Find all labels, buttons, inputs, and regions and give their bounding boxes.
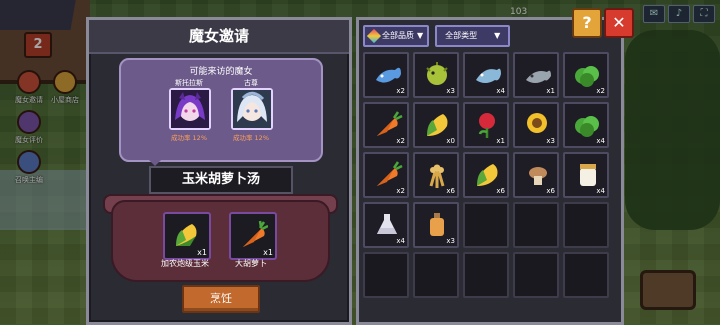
inventory-slot[interactable]: x0 [413, 102, 459, 148]
gem-icon [366, 28, 382, 44]
inventory-slot[interactable]: x6 [463, 152, 509, 198]
inventory-slot-empty [563, 202, 609, 248]
inventory-slot[interactable]: x3 [413, 202, 459, 248]
item-qty: x1 [546, 87, 555, 95]
pufferfish-icon [426, 62, 448, 85]
corn-icon [427, 114, 448, 136]
quality-filter-dropdown[interactable]: 全部品质 ▼ [363, 25, 430, 47]
inventory-slot[interactable]: x6 [513, 152, 559, 198]
fish-silver-icon [476, 68, 501, 83]
witch-success-rate: 成功率 12% [232, 134, 269, 142]
ingredient-qty: x1 [197, 248, 207, 257]
sunflower-icon [527, 113, 547, 133]
inventory-slot-empty [363, 252, 409, 298]
witch-guzun-icon [233, 90, 271, 128]
lettuce-icon [575, 66, 599, 87]
item-qty: x6 [496, 187, 505, 195]
witch-success-rate: 成功率 12% [170, 134, 207, 142]
wheat-icon [429, 164, 445, 188]
item-qty: x3 [546, 137, 555, 145]
inventory-panel: 全部品质 ▼ 全部类型 ▼ x2 x3 x4 x1 x2 x2 x0 x1 x3 x4 x2 x6 x6… [356, 17, 624, 325]
fish-blue-icon [376, 67, 401, 83]
item-qty: x2 [396, 187, 405, 195]
item-qty: x4 [596, 137, 605, 145]
inventory-slot[interactable]: x3 [513, 102, 559, 148]
inventory-grid: x2 x3 x4 x1 x2 x2 x0 x1 x3 x4 x2 x6 x6 x6 x4 x4 x3 [363, 52, 609, 298]
inventory-slot[interactable]: x6 [413, 152, 459, 198]
recipe-name: 玉米胡萝卜汤 [149, 166, 293, 194]
ingredient-slot[interactable]: x1 [229, 212, 277, 260]
inventory-slot-empty [413, 252, 459, 298]
item-qty: x2 [596, 87, 605, 95]
inventory-slot[interactable]: x2 [363, 152, 409, 198]
witch-portrait [169, 88, 211, 130]
corn-icon [477, 164, 498, 186]
witch-heading: 可能来访的魔女 [189, 67, 253, 77]
item-qty: x1 [496, 137, 505, 145]
type-filter-dropdown[interactable]: 全部类型 ▼ [435, 25, 511, 47]
item-qty: x4 [596, 187, 605, 195]
potion-orange-icon [430, 213, 444, 236]
item-qty: x6 [446, 187, 455, 195]
item-qty: x4 [396, 237, 405, 245]
ingredient-label: 加农炮级玉米 [161, 259, 209, 268]
chevron-down-icon: ▼ [494, 31, 501, 40]
inventory-slot-empty [463, 252, 509, 298]
chevron-down-icon: ▼ [417, 31, 424, 40]
fish-grey-icon [526, 70, 551, 83]
item-qty: x4 [496, 87, 505, 95]
witch-name: 斯托拉斯 [175, 79, 203, 87]
potion-white-icon [377, 214, 397, 234]
inventory-slot[interactable]: x2 [563, 52, 609, 98]
witch-name: 古尊 [244, 79, 258, 87]
item-qty: x3 [446, 87, 455, 95]
item-qty: x3 [446, 237, 455, 245]
corn-icon [176, 224, 197, 246]
close-button[interactable]: ✕ [604, 8, 634, 38]
inventory-slot[interactable]: x1 [463, 102, 509, 148]
witch-stolas-icon [171, 90, 209, 128]
carrot-icon [377, 111, 403, 136]
lettuce-icon [575, 116, 599, 137]
possible-witches-box: 可能来访的魔女 斯托拉斯 成功率 12% 古尊 成功率 12% [119, 58, 323, 166]
ingredient-slot[interactable]: x1 [163, 212, 211, 260]
quality-filter-label: 全部品质 [382, 31, 414, 40]
inventory-slot-empty [513, 202, 559, 248]
help-button[interactable]: ? [572, 8, 602, 38]
carrot-icon [243, 220, 268, 247]
rose-icon [478, 113, 495, 138]
witch-card[interactable]: 斯托拉斯 成功率 12% [169, 78, 211, 142]
mushroom-icon [529, 167, 547, 185]
inventory-slot[interactable]: x4 [463, 52, 509, 98]
witch-portrait [231, 88, 273, 130]
panel-title: 魔女邀请 [89, 20, 349, 54]
milk-jar-icon [580, 164, 596, 186]
item-qty: x2 [396, 87, 405, 95]
inventory-slot[interactable]: x4 [363, 202, 409, 248]
inventory-slot[interactable]: x1 [513, 52, 559, 98]
witch-card[interactable]: 古尊 成功率 12% [231, 78, 273, 142]
inventory-slot-empty [563, 252, 609, 298]
type-filter-label: 全部类型 [445, 31, 478, 40]
item-qty: x2 [396, 137, 405, 145]
ingredient-qty: x1 [263, 248, 273, 257]
inventory-slot[interactable]: x3 [413, 52, 459, 98]
ingredient-label: 大胡萝卜 [235, 259, 267, 268]
inventory-slot[interactable]: x2 [363, 102, 409, 148]
inventory-slot-empty [513, 252, 559, 298]
inventory-slot-empty [463, 202, 509, 248]
inventory-slot[interactable]: x2 [363, 52, 409, 98]
carrot-icon [377, 161, 403, 186]
cook-button[interactable]: 烹饪 [182, 285, 260, 313]
inventory-slot[interactable]: x4 [563, 152, 609, 198]
inventory-filters: 全部品质 ▼ 全部类型 ▼ [363, 25, 511, 47]
item-qty: x6 [546, 187, 555, 195]
witch-invite-panel: 魔女邀请 可能来访的魔女 斯托拉斯 成功率 12% 古尊 成功率 12% 玉米胡… [86, 17, 352, 325]
item-qty: x0 [446, 137, 455, 145]
cauldron [111, 200, 330, 282]
inventory-slot[interactable]: x4 [563, 102, 609, 148]
